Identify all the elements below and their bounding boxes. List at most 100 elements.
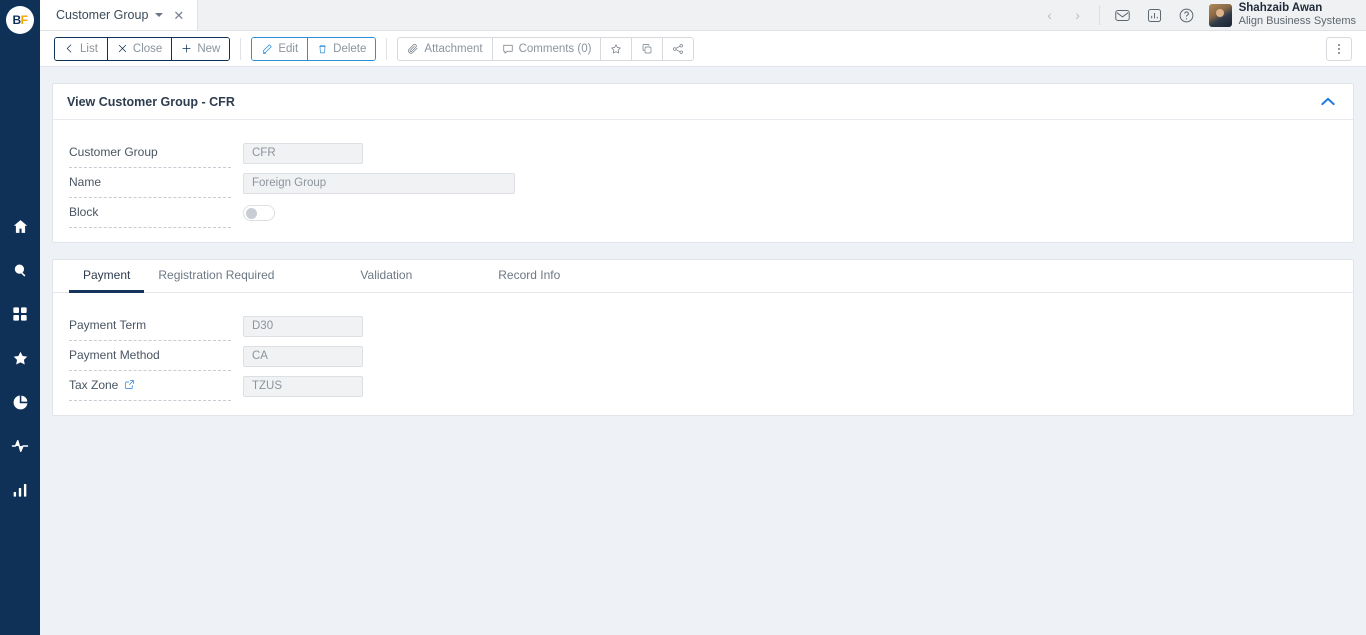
field-label-text: Customer Group [69,144,158,159]
field-row-tax-zone: Tax Zone TZUS [53,371,1353,401]
attachment-button[interactable]: Attachment [398,37,492,60]
main-area: Customer Group ✕ ‹ › Shahzaib Awan Align… [40,0,1366,635]
field-control: D30 [231,315,363,337]
new-button[interactable]: New [171,37,230,60]
tab-gap [426,260,484,292]
help-icon[interactable] [1171,0,1203,31]
field-row-payment-term: Payment Term D30 [53,311,1353,341]
field-label-payment-method: Payment Method [69,341,231,371]
list-button-label: List [80,42,98,55]
field-label-customer-group: Customer Group [69,138,231,168]
action-toolbar: List Close New Edit Delete Attachment Co… [40,31,1366,67]
copy-button[interactable] [631,37,663,60]
content-area: View Customer Group - CFR Customer Group… [40,67,1366,635]
tab-gap [288,260,346,292]
new-button-label: New [197,42,221,55]
toolbar-group-misc: Attachment Comments (0) [397,36,695,61]
comments-button-label: Comments (0) [518,42,592,55]
block-toggle[interactable] [243,205,275,221]
sidebar-item-activity[interactable] [10,436,30,456]
comments-button[interactable]: Comments (0) [491,37,601,60]
view-customer-group-panel: View Customer Group - CFR Customer Group… [52,83,1354,243]
tab-label: Registration Required [158,268,275,282]
tab-strip-spacer [198,0,1035,30]
sidebar-item-search[interactable] [10,260,30,280]
detail-tabs-panel: Payment Registration Required Validation… [52,259,1354,416]
tab-label: Validation [360,268,413,282]
field-label-text: Name [69,174,102,189]
field-control: CFR [231,142,363,164]
field-row-payment-method: Payment Method CA [53,341,1353,371]
field-label-text: Tax Zone [69,377,119,392]
nav-back-button[interactable]: ‹ [1036,0,1064,31]
chevron-up-icon[interactable] [1317,91,1339,113]
tab-payment[interactable]: Payment [69,260,145,293]
field-label-name: Name [69,168,231,198]
field-label-text: Block [69,204,99,219]
tax-zone-input[interactable]: TZUS [243,375,363,397]
edit-button[interactable]: Edit [252,37,308,60]
sidebar-item-modules[interactable] [10,304,30,324]
document-tab-label: Customer Group [56,8,149,22]
tab-validation[interactable]: Validation [346,260,426,293]
close-icon[interactable]: ✕ [170,9,184,22]
logo-letter-b: B [12,13,21,27]
list-button[interactable]: List [55,37,107,60]
external-link-icon[interactable] [124,379,135,390]
panel-header: View Customer Group - CFR [53,84,1353,120]
field-control: CA [231,345,363,367]
mail-icon[interactable] [1107,0,1139,31]
sidebar-item-reports[interactable] [10,392,30,412]
header-divider [1098,5,1100,25]
payment-method-input[interactable]: CA [243,345,363,367]
name-input[interactable]: Foreign Group [243,172,515,194]
header-actions: ‹ › Shahzaib Awan Align Business Systems [1036,0,1366,30]
delete-button-label: Delete [333,42,367,55]
toolbar-group-edit: Edit Delete [251,36,377,61]
logo-letter-f: F [20,13,28,27]
app-logo[interactable]: BF [6,6,34,34]
field-row-name: Name Foreign Group [53,168,1353,198]
attachment-button-label: Attachment [424,42,483,55]
payment-tab-body: Payment Term D30 Payment Method CA Tax Z… [53,293,1353,415]
edit-button-label: Edit [278,42,299,55]
insights-icon[interactable] [1139,0,1171,31]
sidebar-item-analytics[interactable] [10,480,30,500]
share-button[interactable] [662,37,694,60]
browser-tab-strip: Customer Group ✕ ‹ › Shahzaib Awan Align… [40,0,1366,31]
toggle-knob [246,207,257,219]
field-label-block: Block [69,198,231,228]
customer-group-input[interactable]: CFR [243,142,363,164]
avatar[interactable] [1208,3,1232,27]
user-info[interactable]: Shahzaib Awan Align Business Systems [1239,2,1356,29]
more-options-button[interactable] [1326,36,1352,61]
tab-record-info[interactable]: Record Info [484,260,574,293]
tab-registration-required[interactable]: Registration Required [144,260,288,293]
delete-button[interactable]: Delete [307,37,376,60]
user-name: Shahzaib Awan [1238,1,1323,14]
field-control [231,205,275,221]
user-org: Align Business Systems [1238,15,1356,28]
detail-tab-bar: Payment Registration Required Validation… [53,260,1353,293]
app-root: BF Customer Group ✕ ‹ › Shahzaib Awan Al… [0,0,1366,635]
close-button[interactable]: Close [106,37,172,60]
payment-term-input[interactable]: D30 [243,315,363,337]
sidebar-item-home[interactable] [10,216,30,236]
field-control: TZUS [231,375,363,397]
kebab-dot [1338,51,1340,54]
field-row-block: Block [53,198,1353,228]
kebab-dot [1338,43,1340,46]
favorite-button[interactable] [600,37,632,60]
tab-label: Record Info [498,268,561,282]
page-title: View Customer Group - CFR [67,94,235,109]
left-sidebar: BF [0,0,40,635]
kebab-dot [1338,47,1340,50]
chevron-down-icon[interactable] [155,13,164,17]
field-control: Foreign Group [231,172,515,194]
field-label-tax-zone: Tax Zone [69,371,231,401]
tab-label: Payment [83,268,131,282]
field-label-text: Payment Term [69,317,147,332]
document-tab-customer-group[interactable]: Customer Group ✕ [40,0,199,30]
sidebar-item-favorites[interactable] [10,348,30,368]
nav-forward-button[interactable]: › [1064,0,1092,31]
